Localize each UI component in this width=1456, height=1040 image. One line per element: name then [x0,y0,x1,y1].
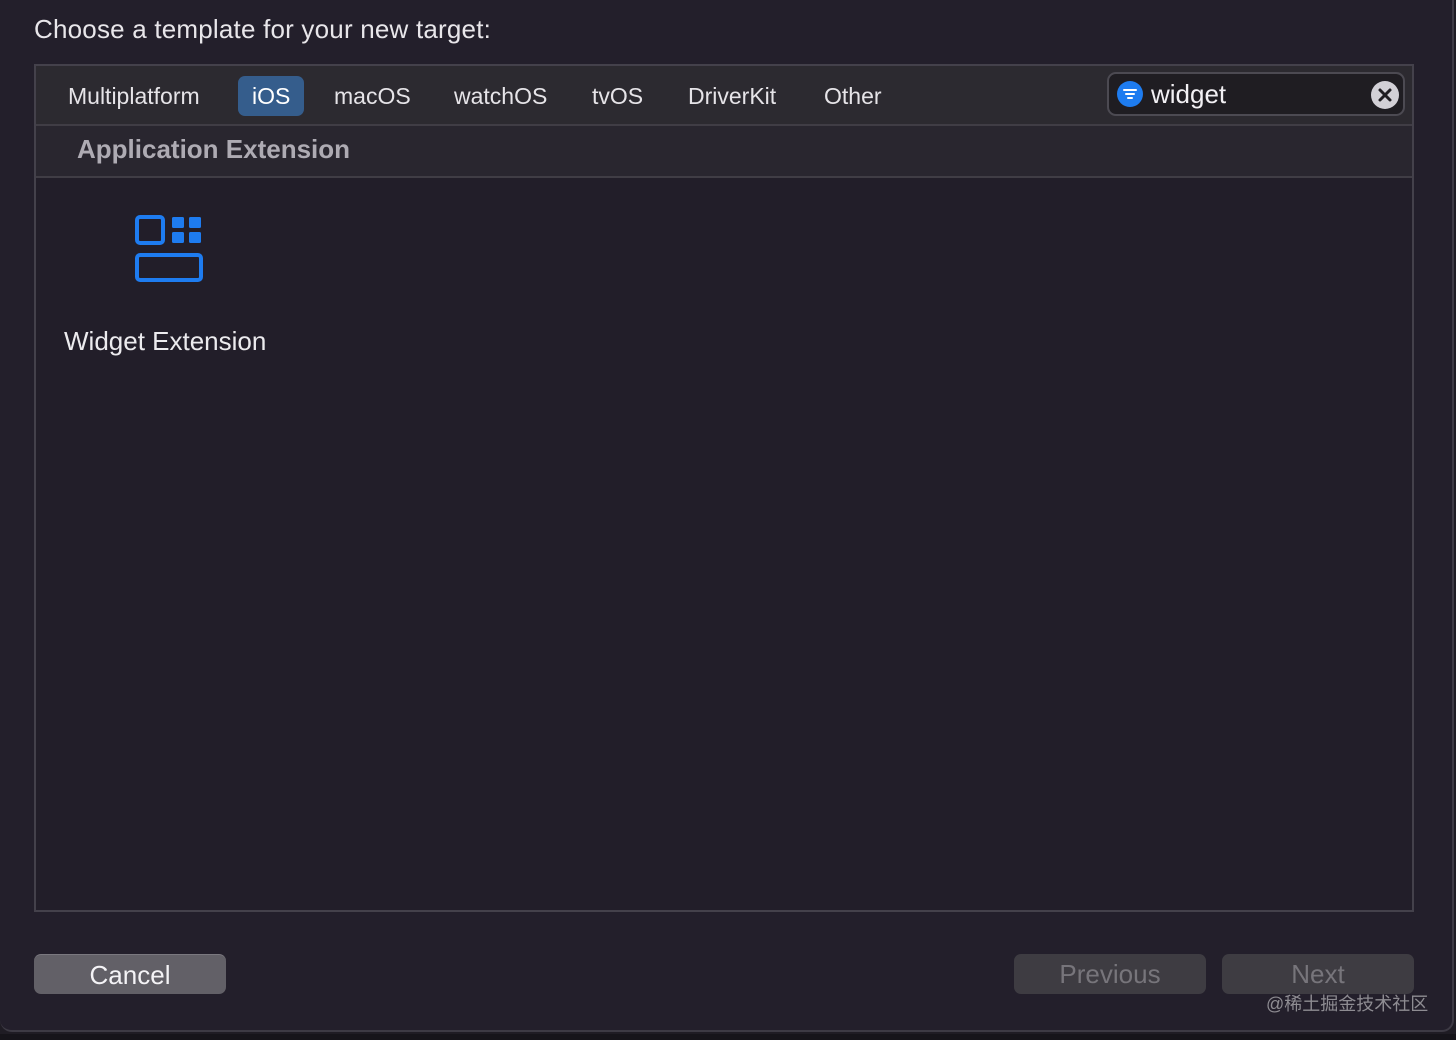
section-header: Application Extension [36,126,1412,178]
template-widget-extension[interactable]: Widget Extension [52,196,282,366]
search-input[interactable] [1151,76,1356,112]
cancel-button[interactable]: Cancel [34,954,226,994]
clear-search-icon[interactable] [1371,81,1399,109]
filter-icon[interactable] [1117,81,1143,107]
template-label: Widget Extension [64,326,267,356]
tab-driverkit[interactable]: DriverKit [674,76,790,116]
template-browser-panel: Multiplatform iOS macOS watchOS tvOS Dri… [34,64,1414,912]
tab-ios[interactable]: iOS [238,76,305,116]
tab-macos[interactable]: macOS [320,76,425,116]
tab-tvos[interactable]: tvOS [578,76,657,116]
section-title: Application Extension [77,134,351,164]
template-search-field[interactable] [1107,72,1405,116]
previous-button[interactable]: Previous [1014,954,1206,994]
tab-multiplatform[interactable]: Multiplatform [54,76,214,116]
new-target-dialog: Choose a template for your new target: M… [0,0,1454,1032]
widget-extension-icon [135,215,203,282]
tab-other[interactable]: Other [810,76,896,116]
watermark: @稀土掘金技术社区 [1266,994,1429,1014]
platform-tab-bar: Multiplatform iOS macOS watchOS tvOS Dri… [36,66,1412,126]
tab-watchos[interactable]: watchOS [440,76,561,116]
window-bottom-edge [0,1034,1456,1040]
next-button[interactable]: Next [1222,954,1414,994]
dialog-title: Choose a template for your new target: [34,14,492,44]
